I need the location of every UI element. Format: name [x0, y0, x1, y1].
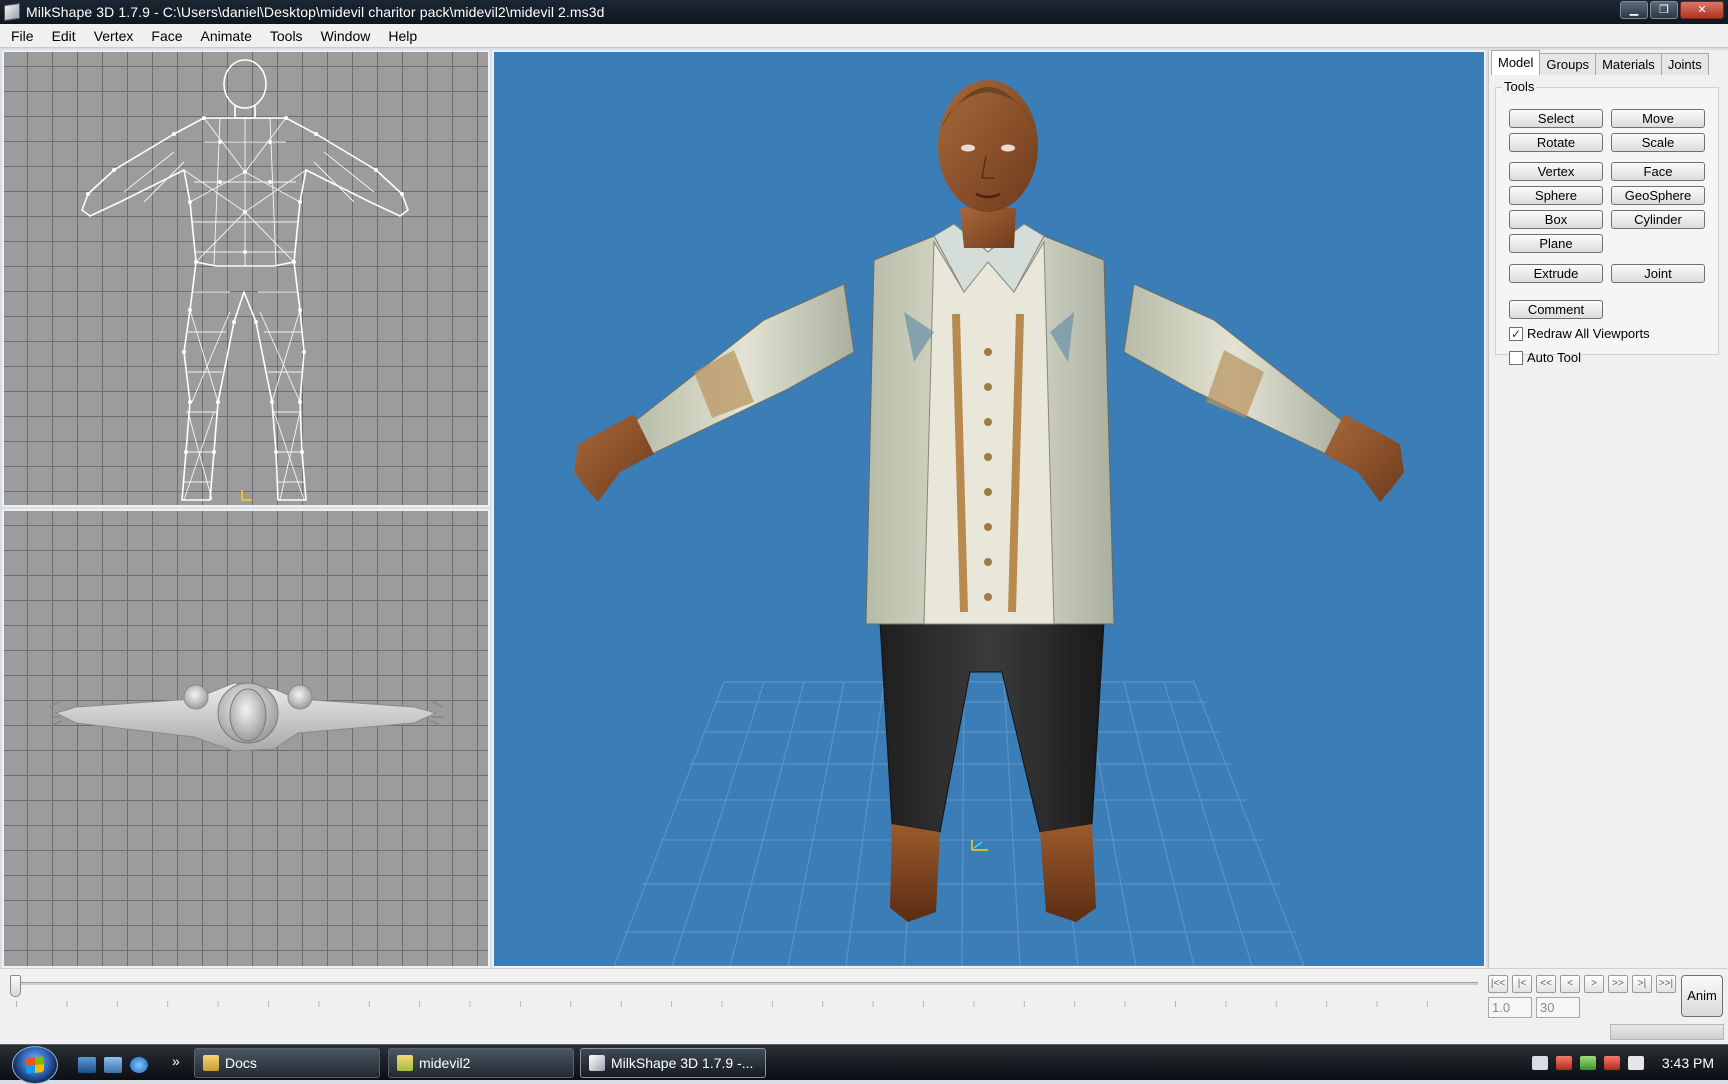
animation-timeline: |<< |< << < > >> >| >>| 1.0 30 Anim: [0, 968, 1728, 1044]
minimize-button[interactable]: ▁: [1620, 1, 1648, 19]
vertex-button[interactable]: Vertex: [1509, 162, 1603, 181]
wireframe-model: [81, 59, 409, 501]
taskbar-item-label: midevil2: [419, 1055, 471, 1071]
shaded-model-top-view: [49, 682, 444, 752]
menu-window[interactable]: Window: [312, 24, 380, 48]
taskbar-item-label: Docs: [225, 1055, 257, 1071]
extrude-button[interactable]: Extrude: [1509, 264, 1603, 283]
tools-group-label: Tools: [1502, 79, 1537, 94]
comment-button[interactable]: Comment: [1509, 300, 1603, 319]
last-frame-button[interactable]: >>|: [1656, 975, 1676, 993]
close-button[interactable]: ✕: [1680, 1, 1724, 19]
taskbar-item-docs[interactable]: Docs: [194, 1048, 380, 1078]
panel-tabs: Model Groups Materials Joints: [1491, 50, 1709, 75]
menu-vertex[interactable]: Vertex: [85, 24, 143, 48]
title-bar: MilkShape 3D 1.7.9 - C:\Users\daniel\Des…: [0, 0, 1728, 24]
tools-group: Tools Select Move Rotate Scale Vertex Fa…: [1495, 79, 1719, 365]
box-button[interactable]: Box: [1509, 210, 1603, 229]
milkshape-app-icon: [589, 1055, 605, 1071]
fast-forward-button[interactable]: >>: [1608, 975, 1628, 993]
switch-windows-icon[interactable]: [104, 1057, 122, 1073]
sphere-button[interactable]: Sphere: [1509, 186, 1603, 205]
tool-panel: Model Groups Materials Joints Tools Sele…: [1488, 50, 1728, 968]
select-button[interactable]: Select: [1509, 109, 1603, 128]
joint-button[interactable]: Joint: [1611, 264, 1705, 283]
quick-launch-overflow-icon[interactable]: »: [172, 1053, 180, 1069]
taskbar-item-label: MilkShape 3D 1.7.9 -...: [611, 1055, 754, 1071]
tab-model[interactable]: Model: [1491, 50, 1541, 75]
status-strip: [1610, 1024, 1724, 1040]
redraw-all-viewports-checkbox[interactable]: ✓: [1509, 326, 1523, 341]
first-frame-button[interactable]: |<<: [1488, 975, 1508, 993]
previous-frame-button[interactable]: <: [1560, 975, 1580, 993]
defender-icon[interactable]: [1579, 1056, 1596, 1070]
network-icon[interactable]: [1531, 1056, 1548, 1070]
textured-character-model: [574, 80, 1404, 966]
timeline-track[interactable]: [10, 982, 1478, 985]
geosphere-button[interactable]: GeoSphere: [1611, 186, 1705, 205]
restore-button[interactable]: ❐: [1650, 1, 1678, 19]
security-alert-icon[interactable]: [1555, 1056, 1572, 1070]
show-desktop-icon[interactable]: [78, 1057, 96, 1073]
menu-help[interactable]: Help: [379, 24, 426, 48]
redraw-all-viewports-label: Redraw All Viewports: [1527, 326, 1650, 341]
rewind-button[interactable]: <<: [1536, 975, 1556, 993]
menu-file[interactable]: File: [2, 24, 43, 48]
volume-icon[interactable]: [1627, 1056, 1644, 1070]
menu-animate[interactable]: Animate: [192, 24, 261, 48]
timeline-ticks: [16, 1001, 1476, 1007]
front-viewport[interactable]: [2, 50, 490, 507]
auto-tool-option[interactable]: Auto Tool: [1509, 350, 1581, 365]
milkshape-app-icon: [4, 2, 20, 22]
taskbar-item-milkshape[interactable]: MilkShape 3D 1.7.9 -...: [580, 1048, 766, 1078]
rotate-button[interactable]: Rotate: [1509, 133, 1603, 152]
plane-button[interactable]: Plane: [1509, 234, 1603, 253]
auto-tool-checkbox[interactable]: [1509, 350, 1523, 365]
menu-edit[interactable]: Edit: [43, 24, 85, 48]
move-button[interactable]: Move: [1611, 109, 1705, 128]
menu-face[interactable]: Face: [142, 24, 191, 48]
menu-tools[interactable]: Tools: [261, 24, 312, 48]
cylinder-button[interactable]: Cylinder: [1611, 210, 1705, 229]
tab-materials[interactable]: Materials: [1595, 53, 1662, 75]
scale-button[interactable]: Scale: [1611, 133, 1705, 152]
tab-joints[interactable]: Joints: [1660, 53, 1709, 75]
3d-perspective-viewport[interactable]: [492, 50, 1486, 968]
window-title: MilkShape 3D 1.7.9 - C:\Users\daniel\Des…: [26, 4, 605, 20]
next-key-button[interactable]: >|: [1632, 975, 1652, 993]
face-button[interactable]: Face: [1611, 162, 1705, 181]
taskbar-item-midevil2[interactable]: midevil2: [388, 1048, 574, 1078]
power-icon[interactable]: [1603, 1056, 1620, 1070]
windows-logo-icon: [26, 1056, 44, 1074]
top-viewport[interactable]: [2, 509, 490, 968]
system-clock[interactable]: 3:43 PM: [1662, 1055, 1714, 1071]
previous-key-button[interactable]: |<: [1512, 975, 1532, 993]
anim-mode-button[interactable]: Anim: [1681, 975, 1723, 1017]
folder-icon: [397, 1055, 413, 1071]
start-frame-field[interactable]: 1.0: [1488, 997, 1532, 1018]
next-frame-button[interactable]: >: [1584, 975, 1604, 993]
end-frame-field[interactable]: 30: [1536, 997, 1580, 1018]
internet-explorer-icon[interactable]: [130, 1057, 148, 1073]
redraw-all-viewports-option[interactable]: ✓ Redraw All Viewports: [1509, 326, 1650, 341]
folder-icon: [203, 1055, 219, 1071]
origin-axis-icon: [241, 490, 252, 501]
start-button[interactable]: [12, 1046, 58, 1084]
auto-tool-label: Auto Tool: [1527, 350, 1581, 365]
windows-taskbar: » Docs midevil2 MilkShape 3D 1.7.9 -... …: [0, 1044, 1728, 1084]
tab-groups[interactable]: Groups: [1539, 53, 1597, 75]
system-tray: 3:43 PM: [1508, 1045, 1728, 1081]
timeline-slider-handle[interactable]: [10, 975, 21, 997]
menu-bar: File Edit Vertex Face Animate Tools Wind…: [0, 24, 1728, 48]
